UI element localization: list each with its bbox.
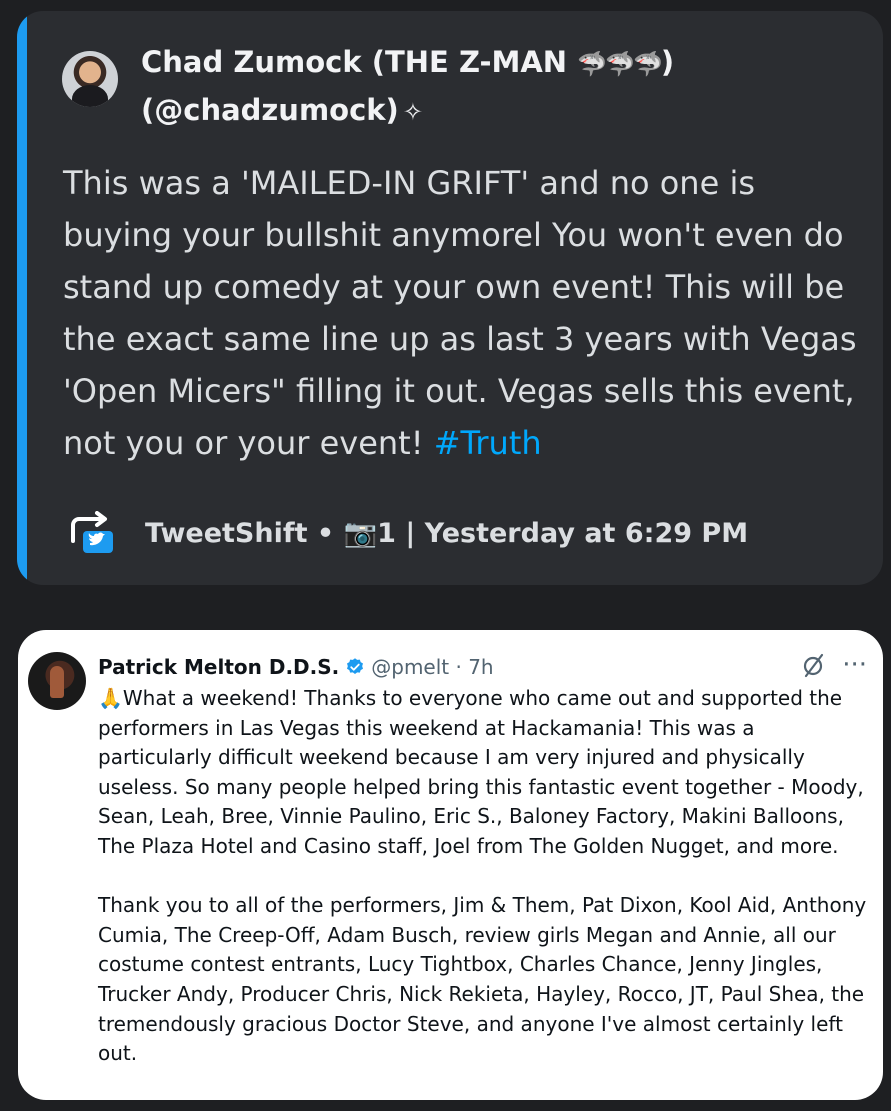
tweet-avatar[interactable]	[28, 652, 86, 710]
verified-badge-icon	[347, 658, 364, 674]
grok-slash-icon[interactable]	[802, 652, 826, 678]
author-name-close: )	[660, 45, 675, 79]
embed-footer: TweetShift • 📷1 | Yesterday at 6:29 PM	[67, 509, 847, 557]
author-name[interactable]: Chad Zumock (THE Z-MAN	[141, 45, 577, 79]
shark-emoji-icons: 🦈🦈🦈	[577, 50, 663, 78]
author-handle[interactable]: (@chadzumock)	[141, 93, 399, 127]
tweet-paragraph-2: Thank you to all of the performers, Jim …	[98, 893, 867, 1066]
tweet-author-name[interactable]: Patrick Melton D.D.S.	[98, 655, 339, 679]
sparkle-icon: ✧	[402, 98, 423, 126]
tweet-body: 🙏What a weekend! Thanks to everyone who …	[98, 684, 868, 1069]
tweet-paragraph-1: 🙏What a weekend! Thanks to everyone who …	[98, 686, 864, 858]
hashtag-link[interactable]: #Truth	[434, 424, 542, 462]
author-avatar[interactable]	[62, 51, 118, 107]
tweet-actions: ···	[802, 650, 867, 680]
retweet-twitter-icon	[71, 511, 113, 553]
embed-accent-bar	[17, 11, 27, 585]
embed-footer-text: TweetShift • 📷1 | Yesterday at 6:29 PM	[145, 518, 749, 549]
embed-body: This was a 'MAILED-IN GRIFT' and no one …	[63, 157, 863, 469]
embed-author[interactable]: Chad Zumock (THE Z-MAN 🦈🦈🦈) (@chadzumock…	[141, 39, 861, 135]
tweet-handle-time[interactable]: @pmelt · 7h	[371, 655, 493, 679]
tweetshift-embed: Chad Zumock (THE Z-MAN 🦈🦈🦈) (@chadzumock…	[17, 11, 883, 585]
tweet-header: Patrick Melton D.D.S. @pmelt · 7h	[98, 652, 494, 682]
tweet-screenshot: Patrick Melton D.D.S. @pmelt · 7h ··· 🙏W…	[18, 630, 883, 1100]
more-options-icon[interactable]: ···	[842, 650, 867, 680]
embed-body-text: This was a 'MAILED-IN GRIFT' and no one …	[63, 164, 857, 462]
